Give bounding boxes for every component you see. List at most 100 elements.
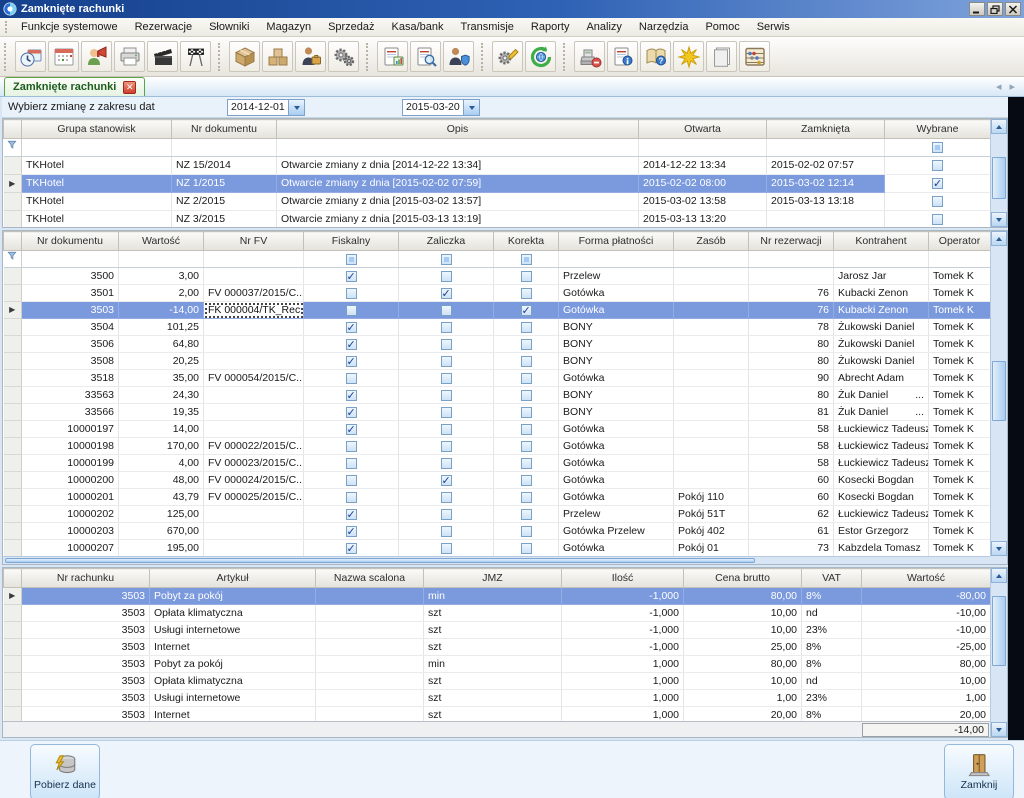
table-row[interactable]: 350820,25BONY80Żukowski DanielTomek K — [4, 353, 991, 370]
column-header-nr_fv[interactable]: Nr FV — [204, 232, 304, 251]
toolbar-drag-handle[interactable] — [4, 43, 8, 71]
row-checkbox[interactable] — [346, 543, 357, 554]
row-checkbox[interactable] — [346, 509, 357, 520]
table-row[interactable]: 10000202125,00PrzelewPokój 51T62Łuckiewi… — [4, 506, 991, 523]
toolbar-drag-handle[interactable] — [563, 43, 567, 71]
filter-cell-otwarta[interactable] — [639, 139, 767, 157]
column-header-zaliczka[interactable]: Zaliczka — [399, 232, 494, 251]
row-checkbox[interactable] — [441, 526, 452, 537]
row-checkbox[interactable] — [441, 543, 452, 554]
column-header-grupa[interactable]: Grupa stanowisk — [22, 120, 172, 139]
row-checkbox[interactable] — [441, 339, 452, 350]
scroll-down-icon[interactable] — [991, 722, 1007, 737]
table-row[interactable]: 35012,00FV 000037/2015/C...Gotówka76Kuba… — [4, 285, 991, 302]
row-checkbox[interactable] — [346, 356, 357, 367]
column-header-ilosc[interactable]: Ilość — [562, 569, 684, 588]
column-header-operator[interactable]: Operator — [929, 232, 991, 251]
gears-button[interactable] — [328, 41, 359, 72]
package-button[interactable] — [229, 41, 260, 72]
table-row[interactable]: TKHotelNZ 2/2015Otwarcie zmiany z dnia [… — [4, 193, 991, 211]
announcement-button[interactable] — [81, 41, 112, 72]
column-header-nr_rez[interactable]: Nr rezerwacji — [749, 232, 834, 251]
row-checkbox[interactable] — [441, 390, 452, 401]
abacus-button[interactable] — [739, 41, 770, 72]
row-checkbox[interactable] — [521, 424, 532, 435]
scrollbar-thumb[interactable] — [992, 157, 1006, 199]
filter-cell-wybrane[interactable] — [885, 139, 991, 157]
client-button[interactable] — [295, 41, 326, 72]
row-checkbox[interactable] — [521, 458, 532, 469]
table-row[interactable]: TKHotelNZ 3/2015Otwarcie zmiany z dnia [… — [4, 211, 991, 229]
row-checkbox[interactable] — [521, 322, 532, 333]
scroll-up-icon[interactable] — [991, 119, 1007, 134]
row-checkbox[interactable] — [441, 373, 452, 384]
toolbar-drag-handle[interactable] — [481, 43, 485, 71]
filter-cell-nr[interactable] — [172, 139, 277, 157]
filter-cell-zasob[interactable] — [674, 251, 749, 268]
filter-cell-nr_fv[interactable] — [204, 251, 304, 268]
table-row[interactable]: 3503Pobyt za pokójmin1,00080,008%80,00 — [4, 656, 991, 673]
row-checkbox[interactable] — [521, 543, 532, 554]
column-header-wybrane[interactable]: Wybrane — [885, 120, 991, 139]
tab-close-icon[interactable]: ✕ — [123, 81, 136, 94]
row-checkbox[interactable] — [346, 492, 357, 503]
handbook-button[interactable]: ? — [640, 41, 671, 72]
filter-cell-fiskalny[interactable] — [304, 251, 399, 268]
column-header-fiskalny[interactable]: Fiskalny — [304, 232, 399, 251]
table-row[interactable]: 35003,00PrzelewJarosz JarTomek K — [4, 268, 991, 285]
row-checkbox[interactable] — [521, 475, 532, 486]
download-data-button[interactable]: Pobierz dane — [30, 744, 100, 798]
menubar-drag-handle[interactable] — [5, 21, 9, 34]
finish-flag-button[interactable] — [180, 41, 211, 72]
filter-cell-operator[interactable] — [929, 251, 991, 268]
column-header-wartosc[interactable]: Wartość — [862, 569, 991, 588]
menu-item-transmisje[interactable]: Transmisje — [453, 19, 522, 35]
row-checkbox[interactable] — [346, 475, 357, 486]
row-checkbox[interactable] — [441, 271, 452, 282]
minimize-button[interactable] — [969, 2, 985, 16]
gears-edit-button[interactable] — [492, 41, 523, 72]
date-from-combobox[interactable]: 2014-12-01 — [227, 99, 305, 116]
toolbar-drag-handle[interactable] — [218, 43, 222, 71]
document-info-button[interactable] — [607, 41, 638, 72]
table-row[interactable]: 1000020143,79FV 000025/2015/C...GotówkaP… — [4, 489, 991, 506]
row-checkbox[interactable] — [932, 178, 943, 189]
table-row[interactable]: TKHotelNZ 15/2014Otwarcie zmiany z dnia … — [4, 157, 991, 175]
table-row[interactable]: 3503Internetszt-1,00025,008%-25,00 — [4, 639, 991, 656]
row-checkbox[interactable] — [521, 288, 532, 299]
horizontal-scrollbar[interactable] — [3, 556, 990, 564]
column-header-otwarta[interactable]: Otwarta — [639, 120, 767, 139]
filter-cell-nr[interactable] — [22, 251, 119, 268]
scrollbar-thumb[interactable] — [992, 361, 1006, 421]
column-header-zasob[interactable]: Zasób — [674, 232, 749, 251]
column-header-wartosc[interactable]: Wartość — [119, 232, 204, 251]
table-row[interactable]: ▶3503Pobyt za pokójmin-1,00080,008%-80,0… — [4, 588, 991, 605]
row-checkbox[interactable] — [932, 196, 943, 207]
table-row[interactable]: 3504101,25BONY78Żukowski DanielTomek K — [4, 319, 991, 336]
filter-cell-kontrahent[interactable] — [834, 251, 929, 268]
document-chart-button[interactable] — [377, 41, 408, 72]
column-header-vat[interactable]: VAT — [802, 569, 862, 588]
date-to-combobox[interactable]: 2015-03-20 — [402, 99, 480, 116]
column-header-kontrahent[interactable]: Kontrahent — [834, 232, 929, 251]
column-header-artykul[interactable]: Artykuł — [150, 569, 316, 588]
table-row[interactable]: 351835,00FV 000054/2015/C...Gotówka90Abr… — [4, 370, 991, 387]
table-row[interactable]: 350664,80BONY80Żukowski DanielTomek K — [4, 336, 991, 353]
table-row[interactable]: 1000019714,00Gotówka58Łuckiewicz Tadeusz… — [4, 421, 991, 438]
column-header-opis[interactable]: Opis — [277, 120, 639, 139]
row-checkbox[interactable] — [441, 356, 452, 367]
toolbar-drag-handle[interactable] — [366, 43, 370, 71]
menu-item-magazyn[interactable]: Magazyn — [258, 19, 319, 35]
row-checkbox[interactable] — [346, 373, 357, 384]
tab-scroll-left-icon[interactable]: ◂ — [992, 81, 1006, 93]
row-checkbox[interactable] — [441, 288, 452, 299]
hscrollbar-thumb[interactable] — [5, 558, 755, 563]
filter-cell-zamknieta[interactable] — [767, 139, 885, 157]
filter-checkbox[interactable] — [441, 254, 452, 265]
scroll-up-icon[interactable] — [991, 231, 1007, 246]
filter-cell-grupa[interactable] — [22, 139, 172, 157]
cash-register-minus-button[interactable] — [574, 41, 605, 72]
blank-document-button[interactable] — [706, 41, 737, 72]
table-row[interactable]: 3503Usługi internetoweszt1,0001,0023%1,0… — [4, 690, 991, 707]
filter-checkbox[interactable] — [932, 142, 943, 153]
